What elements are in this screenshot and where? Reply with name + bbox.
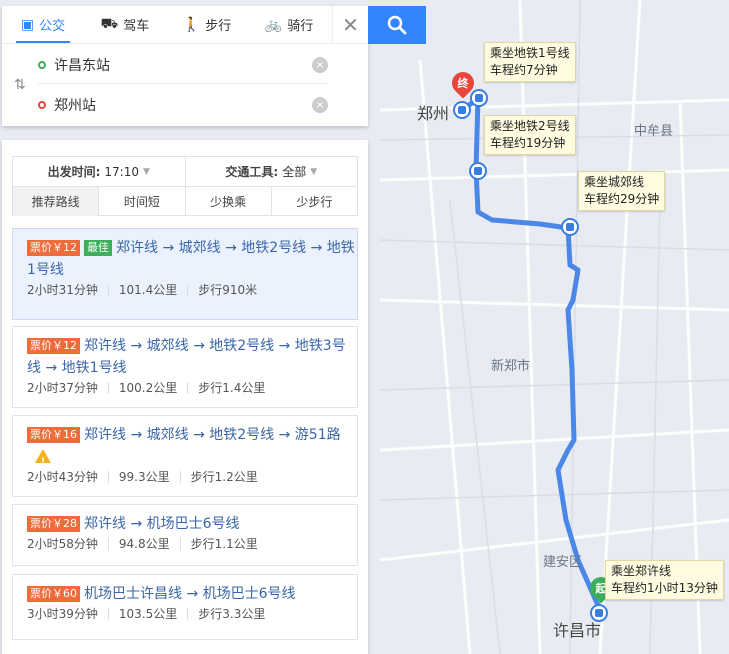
tab-walk[interactable]: 🚶 步行 [166, 6, 248, 43]
route-duration: 2小时31分钟 [27, 284, 109, 296]
route-distance: 103.5公里 [119, 608, 189, 620]
route-option[interactable]: 票价￥60 机场巴士许昌线 → 机场巴士6号线 3小时39分钟 103.5公里 步… [12, 574, 358, 640]
travel-mode-tabs: ▣ 公交 ⛟ 驾车 🚶 步行 🚲 骑行 ✕ [2, 6, 368, 44]
map-label-zhongmou: 中牟县 [634, 124, 674, 139]
route-lines: 郑许线 → 机场巴士6号线 [84, 516, 240, 532]
route-lines: 郑许线 → 城郊线 → 地铁2号线 → 游51路 [84, 427, 341, 443]
route-option[interactable]: 票价￥16郑许线 → 城郊线 → 地铁2号线 → 游51路 2小时43分钟 99… [12, 415, 358, 497]
route-distance: 94.8公里 [119, 538, 181, 550]
route-search-box: ▣ 公交 ⛟ 驾车 🚶 步行 🚲 骑行 ✕ ⇅ 许昌东站 × 郑州站 × [2, 6, 368, 126]
rail-stop-icon[interactable] [590, 604, 608, 622]
chevron-down-icon: ▼ [310, 166, 318, 177]
transport-type-select[interactable]: 交通工具: 全部 ▼ [184, 157, 358, 186]
origin-field[interactable]: 许昌东站 × [38, 46, 328, 84]
tab-transit[interactable]: ▣ 公交 [2, 6, 84, 43]
route-option[interactable]: 票价￥28 郑许线 → 机场巴士6号线 2小时58分钟 94.8公里 步行1.1公… [12, 504, 358, 566]
bus-icon: ▣ [20, 16, 35, 33]
route-option[interactable]: 票价￥12 郑许线 → 城郊线 → 地铁2号线 → 地铁3号线 → 地铁1号线 2… [12, 326, 358, 408]
rail-stop-icon[interactable] [561, 218, 579, 236]
route-walk: 步行910米 [198, 283, 258, 297]
tab-recommended[interactable]: 推荐路线 [13, 187, 100, 216]
map-label-jianan: 建安区 [543, 555, 583, 570]
route-duration: 2小时43分钟 [27, 471, 109, 483]
end-marker-icon[interactable]: 终 [447, 67, 479, 100]
origin-dot-icon [38, 60, 46, 69]
route-duration: 2小时37分钟 [27, 382, 109, 394]
tab-fewer-transfers[interactable]: 少换乘 [186, 187, 272, 216]
bus-stop-icon[interactable] [453, 101, 471, 119]
car-icon: ⛟ [100, 15, 119, 32]
route-lines: 机场巴士许昌线 → 机场巴士6号线 [84, 586, 296, 602]
route-distance: 101.4公里 [119, 284, 189, 296]
walk-icon: 🚶 [182, 16, 201, 33]
destination-input[interactable]: 郑州站 [54, 95, 312, 115]
route-walk: 步行1.2公里 [190, 470, 258, 484]
route-walk: 步行1.4公里 [198, 381, 266, 395]
price-badge: 票价￥12 [27, 240, 80, 256]
tab-bike[interactable]: 🚲 骑行 [248, 6, 330, 43]
route-duration: 3小时39分钟 [27, 608, 109, 620]
route-duration: 2小时58分钟 [27, 538, 109, 550]
warning-icon [35, 449, 51, 473]
route-filter: 出发时间: 17:10 ▼ 交通工具: 全部 ▼ 推荐路线 时间短 少换乘 少步… [12, 156, 358, 216]
metro-stop-icon[interactable] [469, 162, 487, 180]
callout-chengjiao: 乘坐城郊线 车程约29分钟 [578, 171, 666, 211]
bike-icon: 🚲 [264, 16, 283, 33]
tab-shortest-time[interactable]: 时间短 [99, 187, 186, 216]
route-results-panel: 出发时间: 17:10 ▼ 交通工具: 全部 ▼ 推荐路线 时间短 少换乘 少步… [2, 140, 368, 654]
search-button[interactable] [368, 6, 426, 44]
callout-metro1: 乘坐地铁1号线 车程约7分钟 [484, 42, 576, 82]
route-distance: 99.3公里 [119, 471, 181, 483]
departure-time-select[interactable]: 出发时间: 17:10 ▼ [13, 157, 185, 186]
route-distance: 100.2公里 [119, 382, 189, 394]
tab-less-walking[interactable]: 少步行 [272, 187, 357, 216]
map-label-xinzheng: 新郑市 [491, 359, 531, 374]
route-option[interactable]: 票价￥12 最佳 郑许线 → 城郊线 → 地铁2号线 → 地铁1号线 2小时31分钟… [12, 228, 358, 320]
tab-drive[interactable]: ⛟ 驾车 [84, 6, 166, 43]
swap-direction-icon[interactable]: ⇅ [14, 77, 26, 93]
chevron-down-icon: ▼ [142, 166, 150, 177]
price-badge: 票价￥60 [27, 586, 80, 602]
price-badge: 票价￥28 [27, 516, 80, 532]
origin-input[interactable]: 许昌东站 [54, 55, 312, 75]
callout-zhengxu: 乘坐郑许线 车程约1小时13分钟 [605, 560, 724, 600]
route-walk: 步行3.3公里 [198, 607, 266, 621]
price-badge: 票价￥12 [27, 338, 80, 354]
destination-dot-icon [38, 101, 46, 109]
map-label-zhengzhou: 郑州 [417, 104, 450, 123]
clear-destination-icon[interactable]: × [312, 97, 328, 113]
search-icon [387, 15, 407, 35]
callout-metro2: 乘坐地铁2号线 车程约19分钟 [484, 115, 576, 155]
route-walk: 步行1.1公里 [190, 537, 258, 551]
destination-field[interactable]: 郑州站 × [38, 86, 328, 124]
best-badge: 最佳 [84, 240, 112, 256]
close-icon[interactable]: ✕ [332, 6, 368, 44]
clear-origin-icon[interactable]: × [312, 56, 328, 73]
price-badge: 票价￥16 [27, 427, 80, 443]
